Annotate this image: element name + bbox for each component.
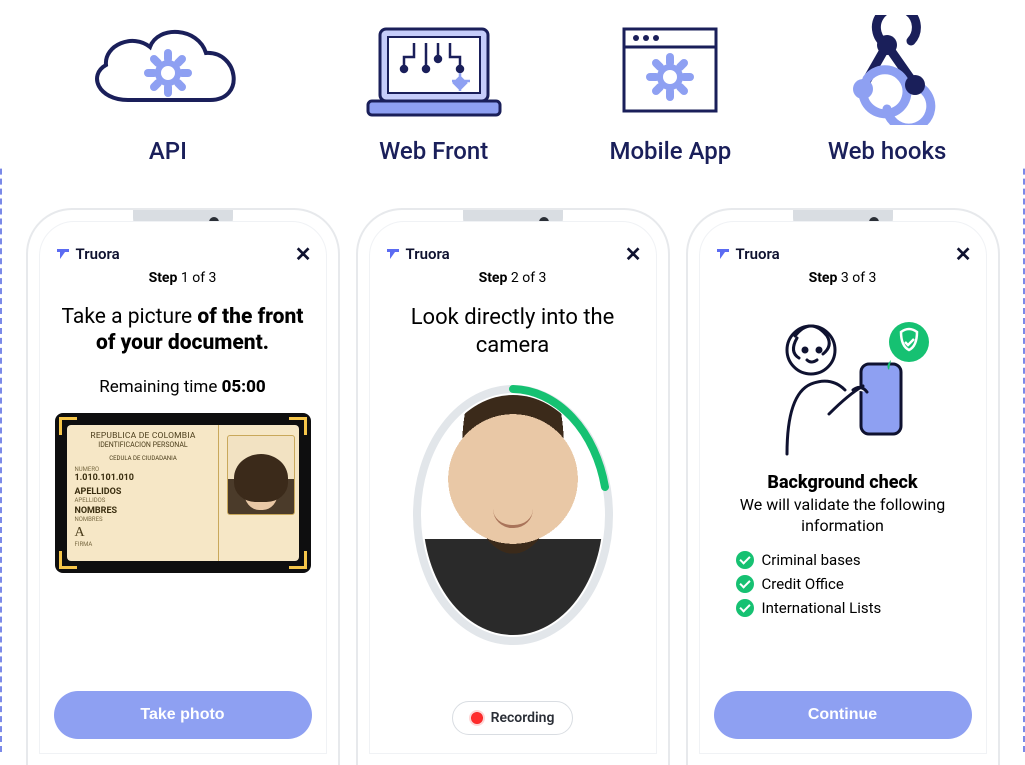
- bg-check-title: Background check: [714, 472, 972, 493]
- headline: Take a picture of the front of your docu…: [60, 304, 306, 357]
- bg-check-subtitle: We will validate the following informati…: [734, 495, 952, 537]
- step-indicator: Step 1 of 3: [54, 270, 312, 286]
- webhook-icon: [827, 10, 947, 125]
- brand-mark-icon: [384, 245, 402, 263]
- id-doc-type: IDENTIFICACION PERSONAL: [75, 441, 212, 449]
- brand-name: Truora: [736, 245, 780, 263]
- continue-button[interactable]: Continue: [714, 691, 972, 739]
- phones-row: Truora ✕ Step 1 of 3 Take a picture of t…: [0, 210, 1025, 765]
- id-document-preview: REPUBLICA DE COLOMBIA IDENTIFICACION PER…: [55, 413, 311, 573]
- laptop-circuit-icon: [354, 10, 514, 125]
- step-indicator: Step 2 of 3: [384, 270, 642, 286]
- brand-logo: Truora: [54, 245, 120, 263]
- countdown: Remaining time 05:00: [54, 377, 312, 397]
- window-gear-icon: [610, 10, 730, 125]
- list-item: International Lists: [736, 599, 972, 617]
- integration-label: API: [149, 137, 187, 165]
- phone-step-3: Truora ✕ Step 3 of 3: [688, 210, 998, 765]
- id-photo: [227, 435, 295, 515]
- brand-logo: Truora: [714, 245, 780, 263]
- id-country: REPUBLICA DE COLOMBIA: [75, 431, 212, 441]
- close-button[interactable]: ✕: [295, 244, 312, 264]
- recording-indicator: Recording: [452, 701, 574, 735]
- brand-name: Truora: [406, 245, 450, 263]
- close-button[interactable]: ✕: [955, 244, 972, 264]
- list-item: Credit Office: [736, 575, 972, 593]
- integration-webfront[interactable]: Web Front: [344, 10, 524, 165]
- step-indicator: Step 3 of 3: [714, 270, 972, 286]
- cloud-gear-icon: [78, 10, 258, 125]
- brand-mark-icon: [54, 245, 72, 263]
- headline: Look directly into the camera: [390, 304, 636, 359]
- brand-name: Truora: [76, 245, 120, 263]
- brand-logo: Truora: [384, 245, 450, 263]
- integration-webhooks[interactable]: Web hooks: [817, 10, 957, 165]
- check-icon: [736, 575, 754, 593]
- id-signature: A: [75, 525, 212, 541]
- list-item: Criminal bases: [736, 551, 972, 569]
- check-icon: [736, 599, 754, 617]
- brand-mark-icon: [714, 245, 732, 263]
- integration-tabs: API Web Front: [0, 0, 1025, 165]
- integration-mobile[interactable]: Mobile App: [599, 10, 741, 165]
- close-button[interactable]: ✕: [625, 244, 642, 264]
- background-check-illustration: [714, 304, 972, 464]
- integration-label: Web hooks: [828, 137, 947, 165]
- selfie-frame: [413, 385, 613, 645]
- selfie-face-placeholder: [423, 395, 603, 635]
- id-number: 1.010.101.010: [75, 473, 212, 483]
- record-dot-icon: [471, 712, 483, 724]
- integration-api[interactable]: API: [68, 10, 268, 165]
- bg-check-list: Criminal bases Credit Office Internation…: [714, 551, 972, 617]
- phone-step-2: Truora ✕ Step 2 of 3 Look directly into …: [358, 210, 668, 765]
- phone-step-1: Truora ✕ Step 1 of 3 Take a picture of t…: [28, 210, 338, 765]
- integration-label: Web Front: [379, 137, 488, 165]
- id-subtype: CEDULA DE CIUDADANIA: [75, 455, 212, 462]
- integration-label: Mobile App: [609, 137, 731, 165]
- check-icon: [736, 551, 754, 569]
- take-photo-button[interactable]: Take photo: [54, 691, 312, 739]
